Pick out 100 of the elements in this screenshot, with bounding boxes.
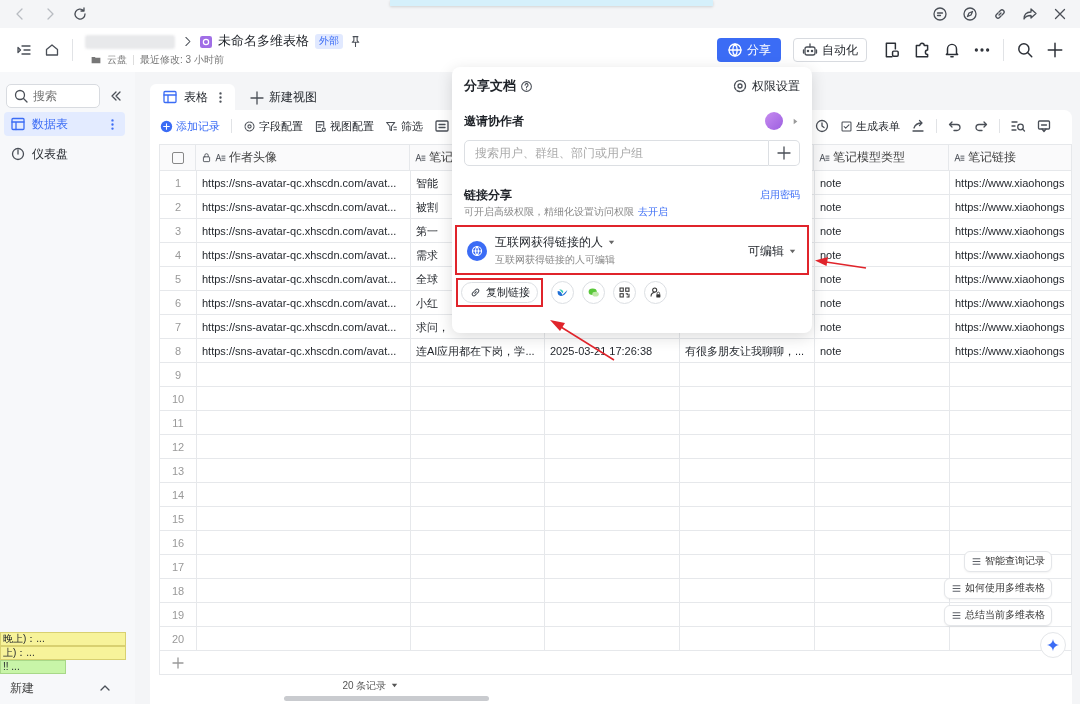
url-cell: https://sns-avatar-qc.xhscdn.com/avat... (202, 321, 397, 333)
add-record-button[interactable]: 添加记录 (160, 118, 232, 134)
assistant-button[interactable]: 智能查询记录 (964, 551, 1052, 572)
url-cell: https://sns-avatar-qc.xhscdn.com/avat... (202, 273, 397, 285)
link-icon (469, 286, 482, 299)
add-icon (160, 119, 173, 133)
table-cell: note (820, 345, 842, 357)
row-number: 18 (171, 585, 185, 597)
row-number: 7 (174, 321, 182, 333)
modified-time: 最近修改: 3 小时前 (140, 53, 224, 67)
app-share-button[interactable] (551, 281, 574, 304)
new-view-button[interactable]: 新建视图 (239, 89, 327, 110)
permission-settings-button[interactable]: 权限设置 (732, 78, 800, 94)
sidebar-item[interactable]: 仪表盘 (4, 142, 125, 166)
generate-form-button[interactable]: 生成表单 (840, 118, 900, 134)
help-icon[interactable] (520, 79, 533, 93)
user-search-field[interactable]: 搜索用户、群组、部门或用户组 (464, 140, 769, 166)
url-cell: https://www.xiaohongs (955, 201, 1065, 213)
toolbar-button[interactable]: 筛选 (385, 118, 423, 134)
url-cell: https://www.xiaohongs (955, 249, 1065, 261)
table-cell: note (820, 273, 842, 285)
text-field-icon (954, 152, 965, 163)
view-tab[interactable]: 表格 (150, 84, 235, 110)
column-header[interactable]: 笔记链接 (968, 150, 1016, 165)
link-icon[interactable] (992, 6, 1008, 22)
text-field-icon (819, 152, 830, 163)
bell-icon[interactable] (943, 41, 961, 59)
chat-bubble-icon (587, 286, 600, 299)
close-icon[interactable] (1052, 6, 1068, 22)
row-number: 2 (174, 201, 182, 213)
row-number: 10 (171, 393, 185, 405)
base-icon (200, 35, 212, 48)
add-icon[interactable] (1046, 41, 1064, 59)
list-icon (971, 556, 982, 567)
comment-icon[interactable] (1036, 118, 1052, 134)
share-button[interactable]: 分享 (717, 38, 781, 62)
table-icon (162, 89, 178, 105)
record-count[interactable]: 20 条记录 (342, 678, 400, 693)
url-cell: https://www.xiaohongs (955, 225, 1065, 237)
new-button[interactable]: 新建 (10, 680, 34, 696)
row-number: 12 (171, 441, 185, 453)
url-cell: https://sns-avatar-qc.xhscdn.com/avat... (202, 345, 397, 357)
automation-button[interactable]: 自动化 (793, 38, 867, 62)
search-field[interactable]: 搜索 (6, 84, 100, 108)
location-text[interactable]: 云盘 (107, 53, 127, 67)
plus-icon (249, 89, 265, 106)
search-icon[interactable] (1016, 41, 1034, 59)
table-cell: 智能 (416, 175, 438, 191)
globe-icon (727, 42, 743, 58)
url-cell: https://sns-avatar-qc.xhscdn.com/avat... (202, 297, 397, 309)
row-number: 9 (174, 369, 182, 381)
caret-icon[interactable] (791, 116, 800, 126)
find-icon[interactable] (1010, 118, 1026, 134)
text-field-icon (215, 152, 226, 163)
row-number: 8 (174, 345, 182, 357)
assistant-button[interactable]: 总结当前多维表格 (944, 605, 1052, 626)
robot-icon (802, 42, 818, 58)
select-all-checkbox[interactable] (171, 151, 184, 164)
enable-password-link[interactable]: 启用密码 (760, 188, 800, 202)
url-cell: https://www.xiaohongs (955, 297, 1065, 309)
lock-share-button[interactable] (644, 281, 667, 304)
share-icon[interactable] (910, 118, 926, 134)
comment-icon[interactable] (932, 6, 948, 22)
table-cell: note (820, 225, 842, 237)
sticky-note: !! ... (0, 660, 66, 674)
folder-icon (91, 55, 101, 65)
toolbar-button[interactable]: 字段配置 (243, 118, 303, 134)
permission-dropdown[interactable]: 可编辑 (748, 243, 797, 259)
url-cell: https://www.xiaohongs (955, 273, 1065, 285)
gear-icon (243, 119, 256, 133)
clock-icon[interactable] (814, 118, 830, 134)
toolbar-button[interactable]: 视图配置 (314, 118, 374, 134)
filter-icon (385, 119, 398, 133)
forward-arrow-icon[interactable] (1022, 6, 1038, 22)
add-button[interactable] (769, 140, 800, 166)
scope-dropdown[interactable]: 互联网获得链接的人 (495, 235, 616, 250)
row-number: 15 (171, 513, 185, 525)
url-cell: https://www.xiaohongs (955, 345, 1065, 357)
template-icon[interactable] (883, 41, 901, 59)
compass-icon[interactable] (962, 6, 978, 22)
enable-link[interactable]: 去开启 (638, 206, 668, 219)
text-field-icon (415, 152, 426, 163)
list-icon[interactable] (434, 118, 450, 134)
row-number: 20 (171, 633, 185, 645)
avatar[interactable] (765, 112, 783, 130)
list-icon (951, 610, 962, 621)
pin-icon[interactable] (349, 35, 362, 48)
home-icon[interactable] (44, 42, 60, 58)
sidebar-toggle-icon[interactable] (16, 42, 32, 58)
sidebar-item[interactable]: 数据表 (4, 112, 125, 136)
column-header[interactable]: 作者头像 (229, 150, 277, 165)
column-header[interactable]: 笔记模型类型 (833, 150, 905, 165)
table-cell: 第一 (416, 223, 438, 239)
assistant-button[interactable]: 如何使用多维表格 (944, 578, 1052, 599)
column-header[interactable]: 笔记 (429, 150, 453, 165)
scrollbar[interactable] (283, 695, 489, 701)
reload-icon[interactable] (72, 6, 88, 22)
copy-link-button[interactable]: 复制链接 (461, 282, 538, 303)
qr-code-button[interactable] (613, 281, 636, 304)
puzzle-icon[interactable] (913, 41, 931, 59)
